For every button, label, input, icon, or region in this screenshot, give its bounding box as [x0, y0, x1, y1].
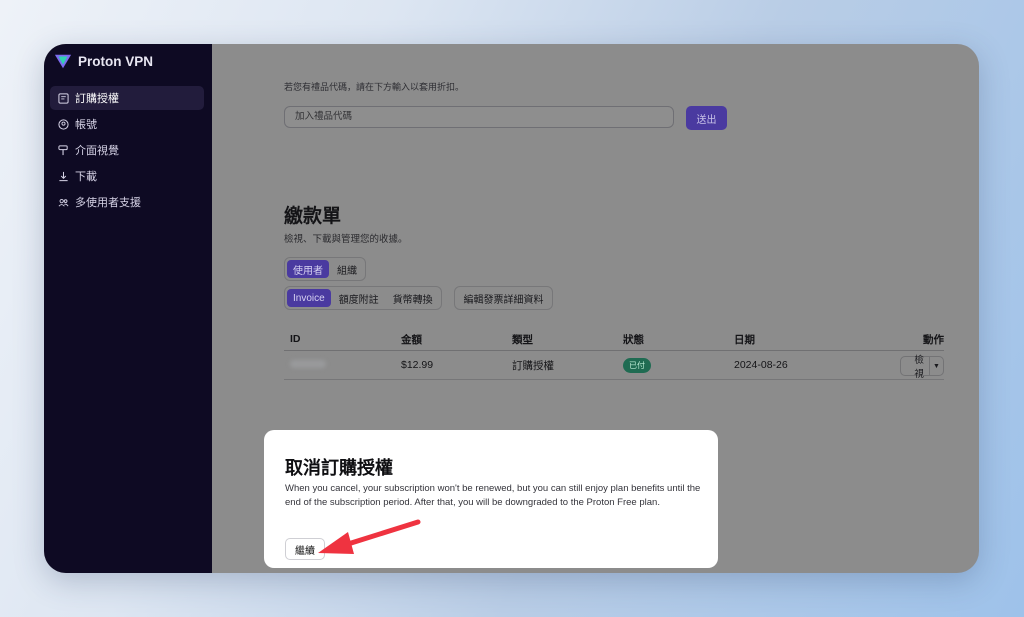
invoice-action: 檢視 ▼ [894, 350, 944, 380]
gift-code-submit-button[interactable]: 送出 [686, 106, 727, 130]
sidebar-item-downloads[interactable]: 下載 [50, 164, 204, 188]
sidebar-item-label: 訂購授權 [75, 93, 119, 105]
sidebar-item-label: 多使用者支援 [75, 197, 141, 209]
proton-vpn-logo-icon [54, 54, 72, 69]
sidebar-item-account[interactable]: 帳號 [50, 112, 204, 136]
invoice-type: 訂購授權 [506, 350, 617, 380]
sidebar-item-subscription[interactable]: 訂購授權 [50, 86, 204, 110]
edit-invoice-details-button[interactable]: 編輯發票詳細資料 [454, 286, 553, 310]
gift-code-hint: 若您有禮品代碼，請在下方輸入以套用折扣。 [284, 82, 465, 92]
account-icon [58, 118, 69, 130]
invoice-id [284, 350, 395, 380]
download-icon [58, 171, 69, 182]
invoices-title: 繳款單 [284, 206, 342, 227]
dialog-body: When you cancel, your subscription won't… [285, 483, 701, 508]
continue-button[interactable]: 繼續 [285, 538, 325, 560]
sidebar-item-label: 下載 [75, 171, 97, 183]
column-header-action: 動作 [894, 328, 944, 351]
sidebar-item-label: 帳號 [75, 119, 97, 131]
document-type-toggle: Invoice 額度附註 貨幣轉換 [284, 286, 442, 310]
tab-currency-conversion[interactable]: 貨幣轉換 [387, 289, 439, 307]
invoice-amount: $12.99 [395, 350, 506, 380]
column-header-date: 日期 [728, 328, 894, 351]
tab-credit-note[interactable]: 額度附註 [333, 289, 385, 307]
table-header-row: ID 金額 類型 狀態 日期 動作 [284, 328, 944, 351]
users-icon [58, 197, 69, 208]
sidebar-nav: 訂購授權 帳號 介面視覺 下載 多使用者支援 [50, 86, 204, 216]
dialog-title: 取消訂購授權 [285, 458, 393, 478]
invoice-date: 2024-08-26 [728, 350, 894, 380]
sidebar-item-appearance[interactable]: 介面視覺 [50, 138, 204, 162]
cancel-subscription-dialog: 取消訂購授權 When you cancel, your subscriptio… [264, 430, 718, 568]
sidebar-item-label: 介面視覺 [75, 145, 119, 157]
column-header-amount: 金額 [395, 328, 506, 351]
invoice-status: 已付 [617, 350, 728, 380]
invoices-table: ID 金額 類型 狀態 日期 動作 $12.99 訂購授權 已付 2024-08… [284, 328, 944, 380]
invoices-subtitle: 檢視、下載與管理您的收據。 [284, 234, 408, 245]
sidebar: Proton VPN 訂購授權 帳號 介面視覺 下載 多使用者支援 [44, 44, 212, 573]
view-button[interactable]: 檢視 [901, 355, 930, 380]
sidebar-item-multi-user[interactable]: 多使用者支援 [50, 190, 204, 214]
app-name: Proton VPN [78, 53, 154, 69]
view-split-button: 檢視 ▼ [900, 355, 944, 380]
column-header-status: 狀態 [617, 328, 728, 351]
chevron-down-icon[interactable]: ▼ [930, 357, 943, 375]
column-header-id: ID [284, 328, 395, 351]
redacted-id [290, 360, 326, 368]
proton-vpn-logo[interactable]: Proton VPN [54, 52, 153, 70]
paint-roller-icon [58, 144, 69, 156]
table-row: $12.99 訂購授權 已付 2024-08-26 檢視 ▼ [284, 350, 944, 380]
tab-organization[interactable]: 組織 [331, 260, 363, 278]
column-header-type: 類型 [506, 328, 617, 351]
subscription-icon [58, 92, 69, 104]
owner-toggle: 使用者 組織 [284, 257, 366, 281]
gift-code-input[interactable]: 加入禮品代碼 [284, 106, 674, 128]
status-badge: 已付 [623, 357, 651, 373]
tab-user[interactable]: 使用者 [287, 260, 329, 278]
tab-invoice[interactable]: Invoice [287, 289, 331, 307]
